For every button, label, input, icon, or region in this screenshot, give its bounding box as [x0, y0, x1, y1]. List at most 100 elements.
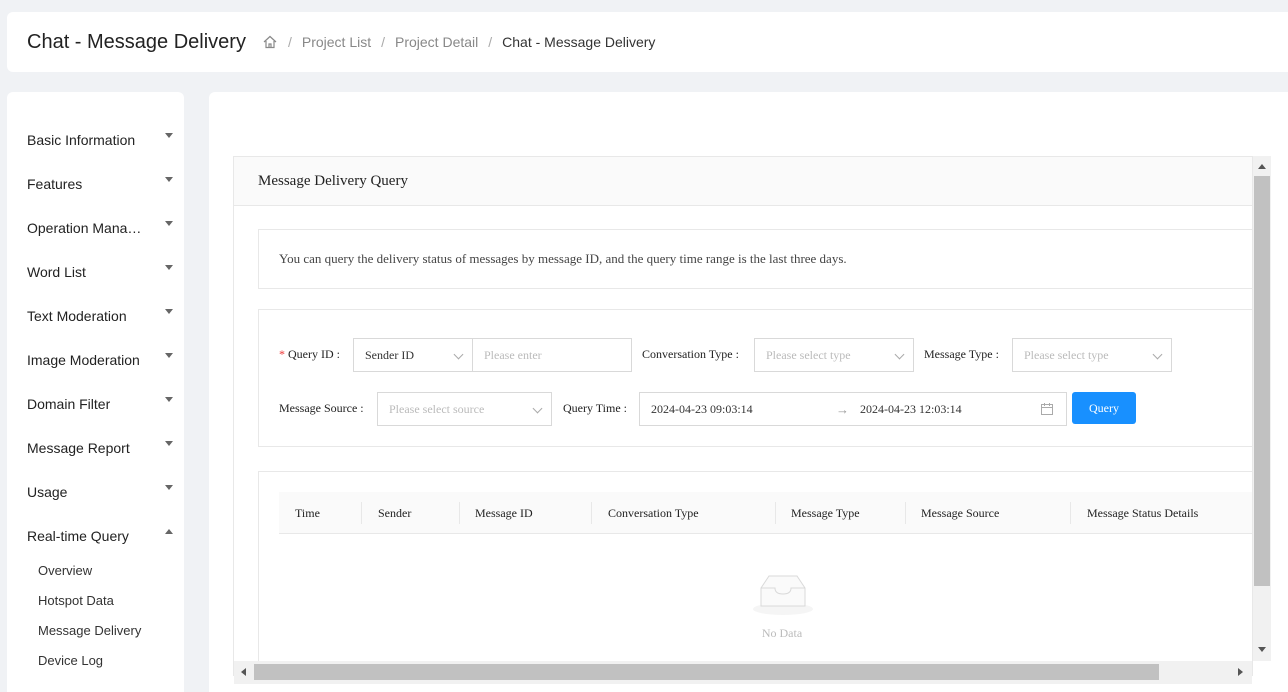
sidebar-item-label: Features [27, 176, 83, 192]
column-divider [459, 502, 460, 524]
column-header-message-id[interactable]: Message ID [475, 492, 533, 534]
breadcrumb-separator: / [287, 34, 292, 50]
message-type-placeholder: Please select type [1024, 347, 1109, 362]
scroll-right-arrow-icon[interactable] [1238, 668, 1243, 676]
caret-down-icon [165, 221, 173, 226]
arrow-right-icon: → [836, 402, 849, 417]
sidebar-item-label: Domain Filter [27, 396, 111, 412]
sidebar-item-label: Text Moderation [27, 308, 127, 324]
required-mark: * [279, 347, 285, 361]
sidebar-item-text-moderation[interactable]: Text Moderation [27, 306, 173, 326]
query-time-label: Query Time : [563, 401, 628, 415]
sidebar-item-label: Image Moderation [27, 352, 140, 368]
conversation-type-label: Conversation Type : [642, 347, 739, 361]
column-divider [1070, 502, 1071, 524]
home-icon[interactable] [262, 34, 278, 50]
page-title: Chat - Message Delivery [27, 30, 246, 53]
vertical-scrollbar-thumb[interactable] [1254, 176, 1270, 586]
sidebar-item-operation-management[interactable]: Operation Management [27, 218, 173, 238]
caret-down-icon [165, 397, 173, 402]
caret-down-icon [165, 265, 173, 270]
query-button[interactable]: Query [1072, 392, 1136, 424]
time-end-value[interactable]: 2024-04-23 12:03:14 [860, 402, 962, 417]
caret-down-icon [165, 441, 173, 446]
sidebar-item-label: Word List [27, 264, 86, 280]
panel-title: Message Delivery Query [234, 157, 1252, 206]
column-header-conversation-type[interactable]: Conversation Type [608, 492, 699, 534]
sidebar-subitem-device-log[interactable]: Device Log [38, 653, 103, 668]
caret-down-icon [165, 133, 173, 138]
chevron-down-icon [453, 349, 464, 360]
column-divider [591, 502, 592, 524]
calendar-icon [1040, 402, 1054, 420]
column-header-message-source[interactable]: Message Source [921, 492, 999, 534]
column-header-sender[interactable]: Sender [378, 492, 411, 534]
chevron-down-icon [894, 349, 905, 360]
table-header: Time Sender Message ID Conversation Type… [279, 492, 1252, 534]
query-id-input[interactable]: Please enter [472, 338, 632, 372]
conversation-type-select[interactable]: Please select type [754, 338, 914, 372]
sidebar-item-label: Basic Information [27, 132, 136, 148]
query-time-range-picker[interactable]: 2024-04-23 09:03:14 → 2024-04-23 12:03:1… [639, 392, 1067, 426]
query-id-type-select[interactable]: Sender ID [353, 338, 473, 372]
query-id-label-text: Query ID : [288, 347, 340, 361]
column-header-time[interactable]: Time [295, 492, 320, 534]
scroll-left-arrow-icon[interactable] [241, 668, 246, 676]
sidebar-subitem-message-delivery[interactable]: Message Delivery [38, 623, 141, 638]
message-type-label: Message Type : [924, 347, 999, 361]
column-divider [361, 502, 362, 524]
breadcrumb-separator: / [381, 34, 385, 50]
page-header: Chat - Message Delivery / Project List /… [7, 12, 1288, 72]
column-divider [905, 502, 906, 524]
sidebar-item-label: Real-time Query [27, 528, 129, 544]
caret-up-icon [165, 529, 173, 534]
info-note: You can query the delivery status of mes… [258, 229, 1252, 289]
sidebar-item-image-moderation[interactable]: Image Moderation [27, 350, 173, 370]
query-id-type-value: Sender ID [365, 347, 414, 362]
empty-text: No Data [761, 626, 803, 640]
breadcrumb-separator: / [488, 34, 493, 50]
column-divider [775, 502, 776, 524]
query-form: * Query ID : Sender ID Please enter Conve… [258, 309, 1252, 447]
scroll-up-arrow-icon[interactable] [1258, 164, 1266, 169]
sidebar-item-message-report[interactable]: Message Report [27, 438, 173, 458]
empty-inbox-icon [751, 572, 815, 621]
sidebar-item-label: Operation Management [27, 220, 149, 236]
sidebar-item-basic-information[interactable]: Basic Information [27, 130, 173, 150]
main-content: Message Delivery Query You can query the… [209, 92, 1288, 692]
breadcrumb-project-detail[interactable]: Project Detail [395, 34, 478, 50]
scroll-down-arrow-icon[interactable] [1258, 647, 1266, 652]
breadcrumb-current: Chat - Message Delivery [502, 34, 656, 50]
message-source-select[interactable]: Please select source [377, 392, 552, 426]
sidebar-item-word-list[interactable]: Word List [27, 262, 173, 282]
breadcrumb-project-list[interactable]: Project List [302, 34, 371, 50]
sidebar-item-label: Message Report [27, 440, 130, 456]
query-id-label: * Query ID : [279, 347, 340, 362]
sidebar: Basic Information Features Operation Man… [7, 92, 184, 692]
conversation-type-placeholder: Please select type [766, 347, 851, 362]
caret-down-icon [165, 309, 173, 314]
message-type-select[interactable]: Please select type [1012, 338, 1172, 372]
sidebar-item-label: Usage [27, 484, 68, 500]
sidebar-item-features[interactable]: Features [27, 174, 173, 194]
sidebar-item-real-time-query[interactable]: Real-time Query [27, 526, 173, 546]
sidebar-subitem-hotspot-data[interactable]: Hotspot Data [38, 593, 114, 608]
column-header-message-type[interactable]: Message Type [791, 492, 860, 534]
message-source-label: Message Source : [279, 401, 364, 415]
time-start-value[interactable]: 2024-04-23 09:03:14 [651, 402, 753, 417]
query-id-placeholder: Please enter [484, 347, 542, 362]
caret-down-icon [165, 353, 173, 358]
caret-down-icon [165, 177, 173, 182]
breadcrumb: / Project List / Project Detail / Chat -… [262, 34, 655, 50]
column-header-message-status-details[interactable]: Message Status Details [1087, 492, 1198, 534]
sidebar-item-domain-filter[interactable]: Domain Filter [27, 394, 173, 414]
sidebar-subitem-overview[interactable]: Overview [38, 563, 92, 578]
query-panel: Message Delivery Query You can query the… [233, 156, 1253, 676]
horizontal-scrollbar-thumb[interactable] [254, 664, 1159, 680]
chevron-down-icon [1152, 349, 1163, 360]
sidebar-item-usage[interactable]: Usage [27, 482, 173, 502]
results-table: Time Sender Message ID Conversation Type… [258, 471, 1252, 675]
message-source-placeholder: Please select source [389, 401, 485, 416]
chevron-down-icon [532, 403, 543, 414]
caret-down-icon [165, 485, 173, 490]
